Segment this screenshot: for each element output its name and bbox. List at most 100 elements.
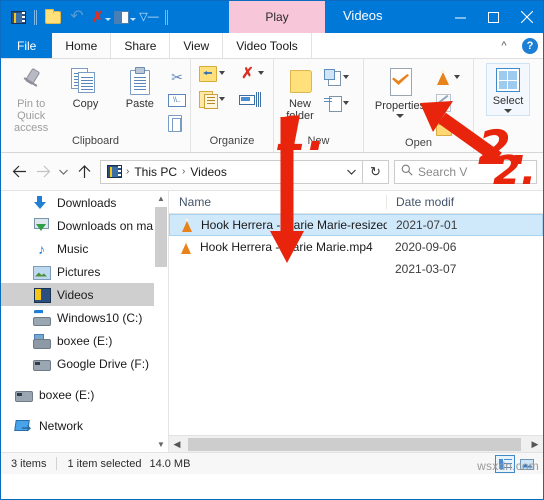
history-button[interactable] bbox=[434, 117, 460, 137]
easy-access-button[interactable] bbox=[324, 93, 349, 113]
edit-icon bbox=[434, 93, 452, 112]
tab-file-label: File bbox=[17, 38, 37, 53]
ribbon-group-open: Properties Open bbox=[364, 59, 474, 152]
edit-button[interactable] bbox=[434, 92, 460, 112]
sidebar-item-music[interactable]: ♪ Music bbox=[1, 237, 168, 260]
video-folder-icon bbox=[33, 287, 51, 303]
tab-view-label: View bbox=[183, 38, 210, 53]
tab-file[interactable]: File bbox=[1, 33, 53, 58]
breadcrumb-this-pc[interactable]: This PC bbox=[130, 165, 181, 179]
close-button[interactable] bbox=[510, 1, 543, 33]
sidebar-item-label: Network bbox=[39, 418, 84, 433]
tab-play[interactable]: Play bbox=[229, 1, 325, 33]
open-caret-icon bbox=[454, 75, 460, 79]
search-input[interactable]: Search V bbox=[394, 159, 537, 184]
cut-button[interactable]: ✂ bbox=[168, 67, 186, 87]
copy-to-button[interactable] bbox=[199, 89, 225, 109]
maximize-button[interactable] bbox=[477, 1, 510, 33]
sidebar-item-google-drive-f[interactable]: Google Drive (F:) bbox=[1, 352, 168, 375]
sidebar-item-label: Music bbox=[57, 241, 89, 256]
tab-home[interactable]: Home bbox=[52, 33, 112, 58]
selection-label: 1 item selected bbox=[67, 457, 142, 470]
sidebar-item-network[interactable]: Network bbox=[1, 414, 168, 437]
back-button[interactable] bbox=[7, 160, 31, 184]
paste-button[interactable]: Paste bbox=[114, 63, 166, 110]
pin-to-quick-access-button[interactable]: Pin to Quick access bbox=[5, 63, 57, 134]
delete-icon[interactable]: ✗ bbox=[90, 5, 112, 29]
hscroll-thumb[interactable] bbox=[188, 437, 521, 451]
scroll-up-icon[interactable]: ▲ bbox=[154, 191, 168, 206]
new-folder-label-line2: folder bbox=[286, 110, 314, 122]
sidebar-item-downloads-on-ma[interactable]: Downloads on ma bbox=[1, 214, 168, 237]
breadcrumb-videos[interactable]: Videos bbox=[186, 165, 230, 179]
scroll-down-icon[interactable]: ▼ bbox=[154, 437, 168, 452]
sidebar-item-label: Google Drive (F:) bbox=[57, 356, 150, 371]
tab-home-label: Home bbox=[65, 38, 98, 53]
delete-button[interactable]: ✗ bbox=[239, 63, 264, 83]
details-view-button[interactable] bbox=[495, 455, 515, 473]
scroll-right-icon[interactable]: ▶ bbox=[527, 439, 543, 450]
copy-button[interactable]: Copy bbox=[59, 63, 111, 110]
minimize-button[interactable] bbox=[444, 1, 477, 33]
sidebar-item-boxee-e[interactable]: boxee (E:) bbox=[1, 329, 168, 352]
horizontal-scrollbar[interactable]: ◀ ▶ bbox=[169, 435, 543, 452]
hscroll-track[interactable] bbox=[185, 436, 527, 453]
sidebar-item-label: Downloads bbox=[57, 195, 117, 210]
chevron-up-icon[interactable]: ^ bbox=[491, 33, 517, 58]
clipboard-small-buttons: ✂ \\.. bbox=[167, 63, 186, 133]
open-with-button[interactable] bbox=[434, 67, 460, 87]
column-header-date-modified[interactable]: Date modif bbox=[386, 195, 543, 209]
select-caret-icon[interactable] bbox=[503, 109, 512, 113]
selection-size-label: 14.0 MB bbox=[149, 457, 191, 470]
tab-video-tools[interactable]: Video Tools bbox=[223, 33, 312, 58]
properties-check-icon bbox=[386, 67, 414, 97]
new-small-buttons bbox=[324, 63, 349, 113]
tab-share[interactable]: Share bbox=[111, 33, 171, 58]
delete-x-icon: ✗ bbox=[241, 64, 254, 82]
address-path-field[interactable]: › This PC › Videos bbox=[100, 159, 363, 184]
customize-icon[interactable]: ▽— bbox=[138, 5, 160, 29]
rename-button[interactable] bbox=[239, 89, 259, 109]
address-dropdown-icon[interactable] bbox=[342, 167, 360, 177]
undo-icon[interactable]: ↶ bbox=[66, 5, 88, 29]
new-folder-button[interactable]: New folder bbox=[278, 63, 322, 122]
sidebar-item-label: boxee (E:) bbox=[39, 387, 95, 402]
select-button[interactable]: Select bbox=[485, 63, 531, 116]
recent-locations-button[interactable] bbox=[55, 160, 72, 184]
column-headers: Name Date modif bbox=[169, 191, 543, 214]
new-folder-icon[interactable] bbox=[42, 5, 64, 29]
column-header-name[interactable]: Name bbox=[169, 195, 386, 209]
sidebar-item-downloads[interactable]: Downloads bbox=[1, 191, 168, 214]
paste-shortcut-button[interactable] bbox=[167, 113, 186, 133]
sidebar-item-videos[interactable]: Videos bbox=[1, 283, 168, 306]
forward-button[interactable] bbox=[31, 160, 55, 184]
network-icon bbox=[15, 418, 32, 434]
sidebar-item-pictures[interactable]: Pictures bbox=[1, 260, 168, 283]
scrollbar-thumb[interactable] bbox=[155, 207, 167, 267]
table-row[interactable]: 2021-03-07 bbox=[169, 258, 543, 280]
move-to-icon bbox=[199, 65, 217, 82]
scroll-left-icon[interactable]: ◀ bbox=[169, 439, 185, 450]
properties-button[interactable]: Properties bbox=[368, 63, 432, 118]
properties-icon[interactable] bbox=[114, 5, 136, 29]
sidebar-item-windows10-c[interactable]: Windows10 (C:) bbox=[1, 306, 168, 329]
new-item-icon bbox=[324, 69, 341, 86]
drive-icon bbox=[33, 356, 51, 372]
refresh-button[interactable]: ↻ bbox=[363, 159, 389, 184]
videos-folder-icon[interactable] bbox=[7, 5, 29, 29]
windows-drive-icon bbox=[33, 310, 51, 326]
tab-view[interactable]: View bbox=[170, 33, 224, 58]
large-icons-view-button[interactable] bbox=[517, 455, 537, 473]
copy-path-button[interactable]: \\.. bbox=[167, 90, 186, 110]
sidebar-item-boxee-e-root[interactable]: boxee (E:) bbox=[1, 383, 168, 406]
properties-caret-icon[interactable] bbox=[396, 114, 404, 118]
move-to-button[interactable] bbox=[199, 63, 225, 83]
large-icons-view-icon bbox=[520, 458, 534, 470]
navigation-scrollbar[interactable]: ▲ ▼ bbox=[154, 191, 168, 452]
up-button[interactable] bbox=[72, 160, 96, 184]
help-button[interactable]: ? bbox=[517, 33, 543, 58]
new-item-button[interactable] bbox=[324, 67, 349, 87]
paste-label: Paste bbox=[125, 98, 154, 110]
table-row[interactable]: Hook Herrera - Marie Marie.mp4 2020-09-0… bbox=[169, 236, 543, 258]
table-row[interactable]: Hook Herrera - Marie Marie-resized.m4v 2… bbox=[169, 214, 543, 236]
